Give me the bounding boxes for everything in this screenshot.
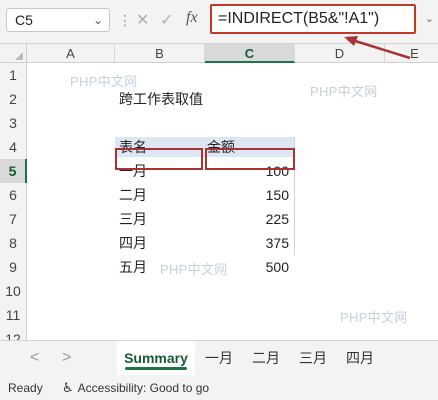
table-cell-amount[interactable]: 150: [205, 183, 295, 207]
annotation-arrow: [344, 36, 411, 60]
table-cell-sheet[interactable]: 三月: [119, 207, 147, 231]
worksheet-grid[interactable]: A B C D E 1 2 3 4 5 6 7 8 9 10 11 12 PHP…: [0, 44, 438, 340]
accessibility-status[interactable]: ♿ Accessibility: Good to go: [62, 376, 209, 400]
table-cell-sheet[interactable]: 二月: [119, 183, 147, 207]
row-header-5[interactable]: 5: [0, 159, 27, 183]
table-cell-amount[interactable]: 375: [205, 231, 295, 255]
tab-jan[interactable]: 一月: [199, 341, 239, 375]
tab-apr[interactable]: 四月: [340, 341, 380, 375]
title-cell[interactable]: 跨工作表取值: [119, 87, 203, 111]
arrow-head: [344, 36, 358, 46]
table-cell-sheet[interactable]: 四月: [119, 231, 147, 255]
row-header-6[interactable]: 6: [0, 183, 27, 207]
tab-label: Summary: [124, 350, 188, 366]
next-sheet-icon[interactable]: >: [62, 349, 71, 367]
accessibility-label: Accessibility: Good to go: [77, 381, 210, 395]
row-header-11[interactable]: 11: [0, 303, 27, 327]
arrow-shaft: [351, 38, 411, 60]
prev-sheet-icon[interactable]: <: [30, 349, 39, 367]
active-tab-indicator: [125, 367, 187, 370]
row-header-8[interactable]: 8: [0, 231, 27, 255]
table-cell-amount[interactable]: 500: [205, 255, 295, 279]
sheet-tabs-bar: < > Summary 一月 二月 三月 四月: [0, 340, 438, 376]
table-cell-sheet[interactable]: 五月: [119, 255, 147, 279]
accessibility-icon: ♿: [62, 380, 74, 395]
row-header-3[interactable]: 3: [0, 111, 27, 135]
tab-mar[interactable]: 三月: [293, 341, 333, 375]
table-cell-amount[interactable]: 225: [205, 207, 295, 231]
status-ready: Ready: [8, 381, 43, 395]
watermark-text: PHP中文网: [310, 84, 378, 99]
tab-feb[interactable]: 二月: [246, 341, 286, 375]
row-header-10[interactable]: 10: [0, 279, 27, 303]
row-header-2[interactable]: 2: [0, 87, 27, 111]
highlight-box-c5: [205, 148, 295, 170]
row-header-12[interactable]: 12: [0, 327, 27, 340]
row-header-4[interactable]: 4: [0, 135, 27, 159]
watermark-text: PHP中文网: [340, 310, 408, 325]
status-bar: Ready ♿ Accessibility: Good to go: [0, 376, 438, 400]
row-header-9[interactable]: 9: [0, 255, 27, 279]
row-header-7[interactable]: 7: [0, 207, 27, 231]
highlight-box-b5: [115, 148, 203, 170]
tab-summary[interactable]: Summary: [117, 341, 195, 375]
